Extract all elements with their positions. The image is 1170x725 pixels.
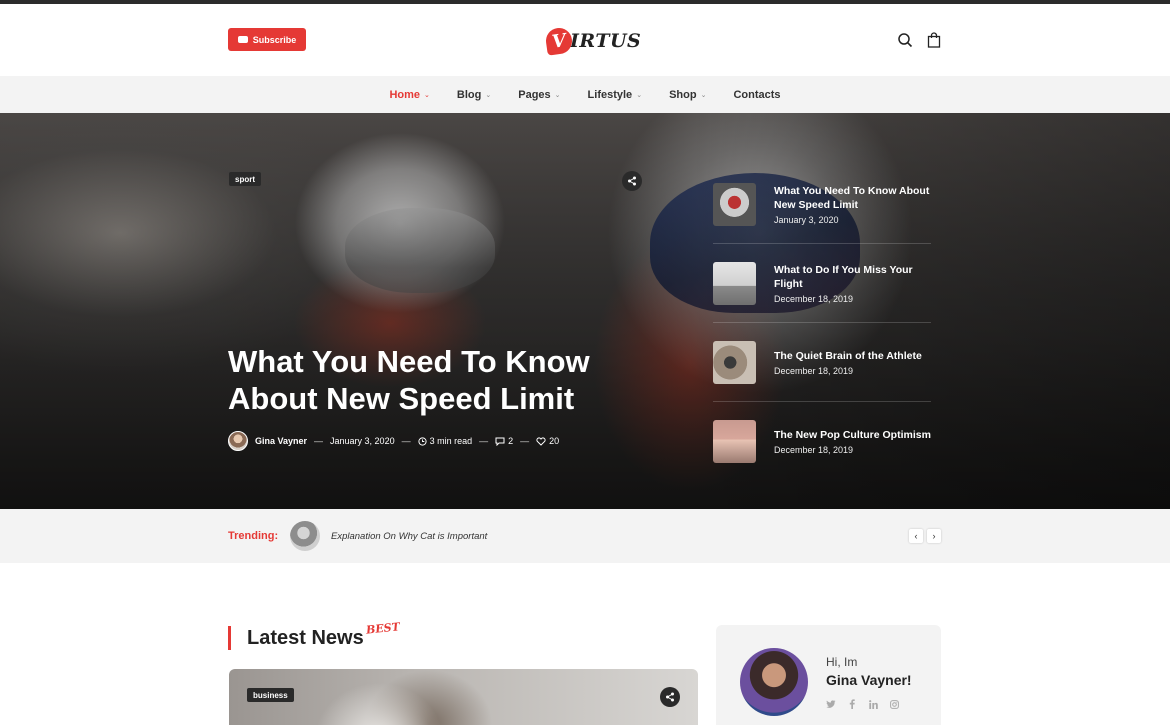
section-accent-bar — [228, 626, 231, 650]
nav-item-home[interactable]: Home ⌄ — [389, 89, 429, 101]
facebook-icon[interactable] — [847, 699, 857, 709]
meta-separator: — — [479, 436, 489, 446]
section-title: Latest News — [247, 627, 364, 649]
side-post-title: The New Pop Culture Optimism — [774, 429, 931, 441]
meta-separator: — — [401, 436, 411, 446]
comment-count[interactable]: 2 — [495, 436, 513, 446]
nav-item-blog[interactable]: Blog ⌄ — [457, 89, 491, 101]
chevron-down-icon: ⌄ — [554, 91, 561, 99]
section-badge: BEST — [365, 620, 401, 637]
post-thumbnail — [713, 340, 756, 384]
side-post[interactable]: What You Need To Know About New Speed Li… — [713, 165, 931, 244]
youtube-icon — [237, 36, 248, 43]
read-time-label: 3 min read — [429, 436, 473, 446]
twitter-icon[interactable] — [826, 699, 836, 709]
nav-label: Lifestyle — [587, 88, 633, 101]
about-widget: Hi, Im Gina Vayner! — [716, 625, 941, 725]
meta-separator: — — [520, 436, 530, 446]
category-tag[interactable]: business — [247, 688, 294, 702]
hero-title[interactable]: What You Need To Know About New Speed Li… — [228, 343, 628, 417]
news-card[interactable]: business — [229, 669, 698, 725]
post-thumbnail — [713, 420, 756, 463]
like-count[interactable]: 20 — [536, 436, 559, 446]
like-count-value: 20 — [549, 436, 560, 446]
post-thumbnail — [713, 182, 756, 226]
social-links — [826, 699, 899, 709]
share-button[interactable] — [622, 171, 642, 191]
read-time: 3 min read — [417, 436, 473, 446]
trending-headline[interactable]: Explanation On Why Cat is Important — [331, 531, 487, 542]
nav-label: Shop — [669, 88, 697, 101]
side-post-date: January 3, 2020 — [774, 214, 839, 225]
subscribe-label: Subscribe — [252, 34, 297, 45]
bag-icon[interactable] — [926, 32, 942, 48]
nav-item-lifestyle[interactable]: Lifestyle ⌄ — [588, 89, 643, 101]
author-name[interactable]: Gina Vayner — [255, 436, 307, 446]
side-post-title: What to Do If You Miss Your Flight — [774, 263, 913, 290]
author-avatar[interactable] — [740, 648, 808, 716]
nav-label: Home — [389, 88, 421, 101]
nav-label: Pages — [518, 88, 551, 101]
trending-label: Trending: — [228, 530, 279, 542]
chevron-down-icon: ⌄ — [424, 91, 430, 99]
logo-text: IRTUS — [570, 30, 642, 52]
side-post-title: The Quiet Brain of the Athlete — [774, 349, 922, 362]
share-icon — [628, 176, 636, 186]
trending-thumbnail[interactable] — [290, 521, 320, 551]
post-date: January 3, 2020 — [330, 436, 395, 446]
side-post[interactable]: What to Do If You Miss Your Flight Decem… — [713, 244, 931, 323]
author-avatar[interactable] — [228, 431, 248, 451]
about-name: Gina Vayner! — [826, 672, 912, 688]
side-post-title: What You Need To Know About New Speed Li… — [774, 184, 930, 211]
side-post-date: December 18, 2019 — [774, 365, 854, 376]
trending-next-button[interactable]: › — [927, 529, 941, 543]
category-tag[interactable]: sport — [229, 172, 261, 186]
side-post[interactable]: The New Pop Culture Optimism December 18… — [713, 402, 931, 481]
trending-bar: Trending: Explanation On Why Cat is Impo… — [0, 509, 1170, 563]
linkedin-icon[interactable] — [868, 699, 878, 709]
instagram-icon[interactable] — [889, 699, 899, 709]
share-icon — [666, 692, 674, 702]
site-header: Subscribe V IRTUS — [0, 4, 1170, 76]
nav-label: Blog — [456, 88, 482, 101]
comment-count-value: 2 — [508, 436, 514, 446]
heart-icon — [536, 436, 546, 446]
nav-item-contacts[interactable]: Contacts — [733, 89, 780, 101]
side-post[interactable]: The Quiet Brain of the Athlete December … — [713, 323, 931, 402]
trending-prev-button[interactable]: ‹ — [909, 529, 923, 543]
comment-icon — [495, 437, 505, 446]
share-button[interactable] — [660, 687, 680, 707]
side-post-date: December 18, 2019 — [774, 293, 854, 304]
meta-separator: — — [314, 436, 324, 446]
chevron-down-icon: ⌄ — [700, 91, 707, 99]
nav-item-shop[interactable]: Shop ⌄ — [669, 89, 706, 101]
nav-label: Contacts — [733, 88, 781, 101]
search-icon[interactable] — [897, 32, 913, 48]
nav-item-pages[interactable]: Pages ⌄ — [518, 89, 560, 101]
post-thumbnail — [713, 261, 756, 305]
site-logo[interactable]: V IRTUS — [544, 26, 642, 56]
main-nav: Home ⌄ Blog ⌄ Pages ⌄ Lifestyle ⌄ Shop ⌄ Cont… — [0, 76, 1170, 113]
about-greeting: Hi, Im — [826, 655, 858, 669]
side-post-date: December 18, 2019 — [774, 445, 854, 455]
hero-meta: Gina Vayner — January 3, 2020 — 3 min re… — [228, 430, 559, 452]
chevron-down-icon: ⌄ — [636, 91, 643, 99]
hero-slider: sport What You Need To Know About New Sp… — [0, 113, 1170, 509]
subscribe-button[interactable]: Subscribe — [228, 28, 306, 51]
clock-icon — [417, 436, 427, 446]
hero-side-list: What You Need To Know About New Speed Li… — [713, 165, 931, 481]
chevron-right-icon: › — [932, 531, 936, 541]
chevron-down-icon: ⌄ — [485, 91, 492, 99]
chevron-left-icon: ‹ — [914, 531, 918, 541]
